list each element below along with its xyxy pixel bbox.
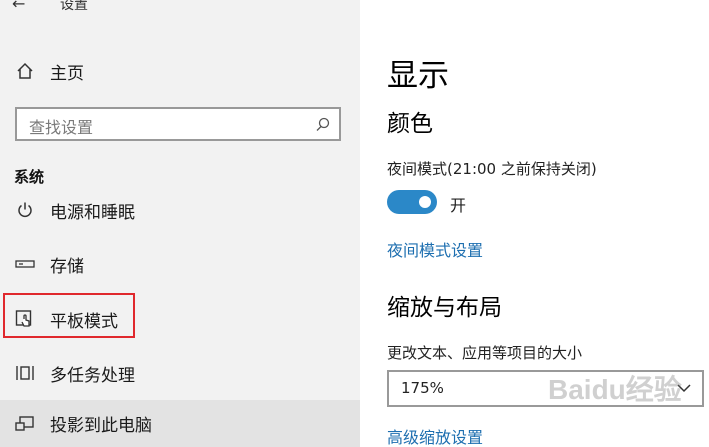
sidebar-item-label: 存储 <box>50 256 84 277</box>
sidebar-item-multitasking[interactable]: 多任务处理 <box>0 353 360 393</box>
section-title-scale-layout: 缩放与布局 <box>387 295 502 321</box>
title-bar: ← 设置 <box>0 0 360 18</box>
watermark: Baidu经验 <box>548 374 682 405</box>
search-icon[interactable] <box>315 116 331 132</box>
night-light-settings-link[interactable]: 夜间模式设置 <box>387 237 483 261</box>
night-light-toggle[interactable] <box>387 190 437 214</box>
sidebar-item-power-sleep[interactable]: 电源和睡眠 <box>0 190 360 230</box>
toggle-knob <box>419 196 431 208</box>
project-icon <box>14 413 36 435</box>
sidebar-item-label: 主页 <box>50 63 84 84</box>
search-input[interactable]: 查找设置 <box>15 107 341 141</box>
back-arrow-icon[interactable]: ← <box>12 0 25 13</box>
storage-icon <box>14 253 36 275</box>
advanced-scaling-link[interactable]: 高级缩放设置 <box>387 424 483 447</box>
home-icon <box>14 60 36 82</box>
text-size-label: 更改文本、应用等项目的大小 <box>387 344 583 362</box>
sidebar-item-label: 电源和睡眠 <box>50 202 135 223</box>
toggle-state-label: 开 <box>450 196 467 215</box>
sidebar-item-storage[interactable]: 存储 <box>0 244 360 284</box>
power-icon <box>14 199 36 221</box>
scale-value: 175% <box>401 379 444 397</box>
highlight-box <box>3 293 135 338</box>
multitasking-icon <box>14 362 36 384</box>
sidebar-item-label: 投影到此电脑 <box>50 416 152 436</box>
sidebar-item-home[interactable]: 主页 <box>0 51 360 91</box>
app-title: 设置 <box>60 0 88 13</box>
page-title: 显示 <box>387 58 449 94</box>
sidebar-item-project-to-pc[interactable]: 投影到此电脑 <box>0 400 360 447</box>
sidebar: ← 设置 主页 查找设置 系统 电源和睡眠 存储 平板模式 多任务处理 投影到此… <box>0 0 360 447</box>
section-title-color: 颜色 <box>387 111 433 137</box>
sidebar-item-label: 多任务处理 <box>50 365 135 386</box>
section-title-system: 系统 <box>14 168 45 186</box>
night-light-label: 夜间模式(21:00 之前保持关闭) <box>387 160 597 178</box>
search-placeholder: 查找设置 <box>29 118 94 137</box>
